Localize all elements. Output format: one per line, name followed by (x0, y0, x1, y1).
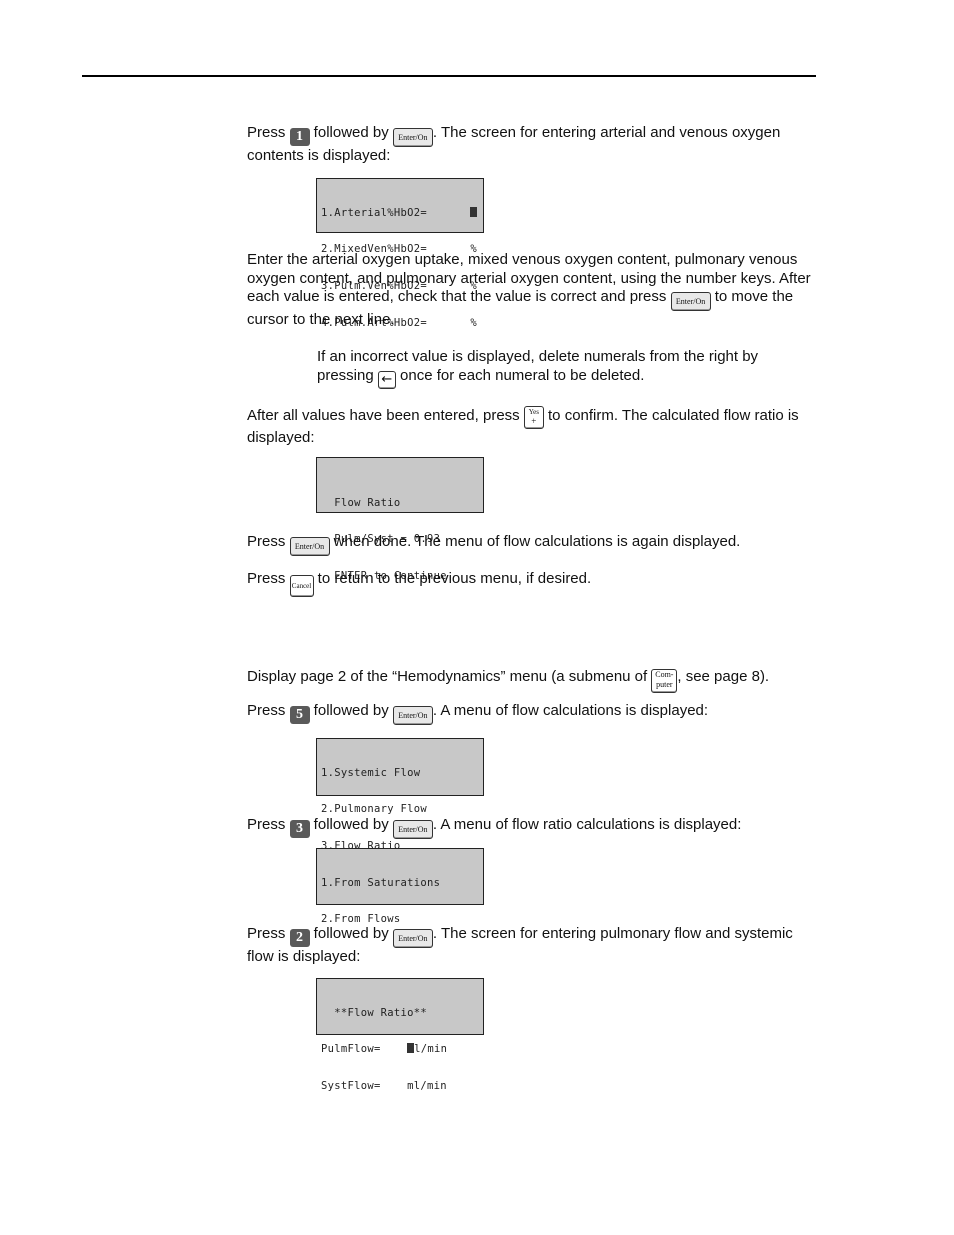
enter-on-key-icon: Enter/On (392, 128, 433, 147)
step-press-cancel: Press Cancel to return to the previous m… (247, 570, 817, 597)
key-3-icon: 3 (289, 820, 310, 838)
lcd-flow-ratio-result: Flow Ratio Pulm/Syst = 0.93 ENTER to Con… (316, 457, 484, 582)
enter-on-key-icon: Enter/On (392, 820, 433, 839)
key-5-icon: 5 (289, 706, 310, 724)
enter-on-key-icon: Enter/On (392, 929, 433, 948)
note-delete-numerals: If an incorrect value is displayed, dele… (317, 348, 759, 389)
step-confirm: After all values have been entered, pres… (247, 406, 799, 446)
enter-on-key-icon: Enter/On (289, 537, 330, 556)
yes-plus-key-icon: Yes + (523, 406, 544, 429)
lcd-menu-item: 1.Systemic Flow (321, 766, 421, 779)
enter-on-key-icon: Enter/On (392, 706, 433, 725)
step-press-enter-done: Press Enter/On when done. The menu of fl… (247, 533, 817, 556)
lcd-menu-item: 1.From Saturations (321, 876, 441, 889)
lcd-flow-entry: **Flow Ratio** PulmFlow= l/min SystFlow=… (316, 978, 484, 1092)
lcd-line-pulm-flow: PulmFlow= l/min (321, 1043, 448, 1056)
key-2-icon: 2 (289, 929, 310, 947)
step-press-3: Press 3 followed by Enter/On. A menu of … (247, 816, 817, 839)
lcd-flow-calculations-menu: 1.Systemic Flow 2.Pulmonary Flow 3.Flow … (316, 738, 484, 889)
lcd-flow-ratio-menu: 1.From Saturations 2.From Flows (316, 848, 484, 925)
lcd-line-syst-flow: SystFlow= ml/min (321, 1080, 447, 1093)
step-press-2: Press 2 followed by Enter/On. The screen… (247, 925, 793, 965)
cursor-block-icon (470, 206, 477, 217)
step-display-hemodynamics: Display page 2 of the “Hemodynamics” men… (247, 668, 817, 693)
computer-key-icon: Com-puter (651, 669, 678, 693)
lcd-menu-item: 2.Pulmonary Flow (321, 803, 427, 816)
step-press-5: Press 5 followed by Enter/On. A menu of … (247, 702, 817, 725)
header-rule (82, 75, 816, 77)
step-press-1: Press 1 followed by Enter/On. The screen… (247, 124, 781, 164)
lcd-title: **Flow Ratio** (321, 1006, 427, 1019)
enter-on-key-icon: Enter/On (670, 292, 711, 311)
backspace-arrow-key-icon: ← (377, 370, 396, 389)
cancel-key-icon: Cancel (289, 575, 314, 597)
instructions-enter-values: Enter the arterial oxygen uptake, mixed … (247, 251, 811, 328)
lcd-oxygen-entry: 1.Arterial%HbO2= 2.MixedVen%HbO2=% 3.Pul… (316, 178, 484, 329)
lcd-line: Flow Ratio (321, 496, 401, 509)
lcd-line: 1.Arterial%HbO2= (321, 206, 483, 219)
lcd-menu-item: 2.From Flows (321, 913, 401, 926)
key-1-icon: 1 (289, 128, 310, 146)
